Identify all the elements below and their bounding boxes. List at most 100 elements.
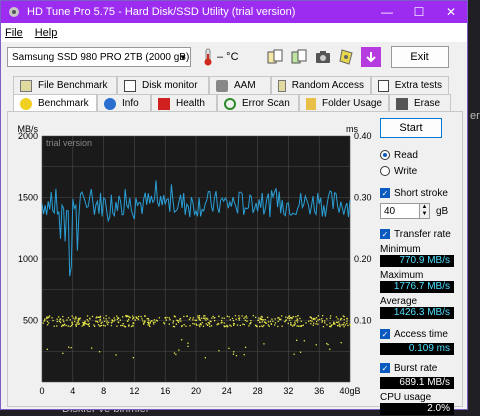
tab-random-access[interactable]: Random Access [271,76,371,94]
close-button[interactable]: ✕ [435,1,467,23]
access-time-dot [287,322,289,325]
access-time-dot [81,325,83,327]
access-time-dot [200,324,202,326]
access-time-dot [99,315,102,317]
menu-help[interactable]: Help [35,27,58,39]
file-benchmark-icon [20,79,32,92]
access-time-dot [94,325,96,327]
access-time-dot [335,316,338,318]
access-time-dot [48,315,51,317]
access-time-dot [274,322,277,324]
access-time-dot [257,319,259,321]
tab-extra-tests[interactable]: Extra tests [371,76,449,94]
menu-bar: File Help [1,23,467,42]
access-time-dot [71,325,73,327]
access-time-dot [258,317,260,319]
access-time-dot [173,315,175,317]
short-stroke-checkbox[interactable]: ✓ Short stroke [380,186,460,200]
access-time-dot [108,317,110,319]
access-time-dot [77,323,79,325]
tab-folder-usage[interactable]: Folder Usage [299,94,389,112]
access-time-dot [204,315,206,317]
access-time-dot [78,323,80,325]
access-time-dot [295,319,297,322]
access-time-dot [235,355,238,357]
save-disk-icon[interactable] [337,47,357,67]
access-time-dot [329,322,331,324]
access-time-dot [272,320,274,322]
toolbar: Samsung SSD 980 PRO 2TB (2000 gB) ▼ – °C… [1,42,467,72]
maximize-button[interactable]: ☐ [403,1,435,23]
tab-erase[interactable]: Erase [389,94,451,112]
access-time-dot [221,320,223,322]
tab-aam[interactable]: AAM [209,76,271,94]
access-time-dot [324,322,326,324]
access-time-dot [168,323,170,325]
tabs-row-top: File Benchmark Disk monitor AAM Random A… [1,76,467,94]
access-time-dot [149,325,151,328]
access-time-dot [340,319,342,321]
access-time-dot [292,325,294,327]
access-time-dot [329,348,331,350]
access-time-dot [260,318,262,320]
access-time-dot [330,315,332,317]
burst-rate-value: 689.1 MB/s [380,377,454,389]
spinner-arrows-icon[interactable]: ▲ ▼ [420,203,430,219]
access-time-dot [97,324,100,326]
access-time-dot [274,324,276,326]
write-radio[interactable]: Write [380,164,460,178]
access-time-dot [147,324,149,326]
short-stroke-input[interactable]: 40 [380,203,420,219]
exit-button[interactable]: Exit [390,46,449,68]
access-time-checkbox[interactable]: ✓ Access time [380,327,460,341]
access-time-dot [165,319,167,321]
menu-file[interactable]: File [5,27,23,39]
drive-select[interactable]: Samsung SSD 980 PRO 2TB (2000 gB) ▼ [7,47,191,67]
read-radio[interactable]: Read [380,148,460,162]
access-time-dot [146,318,148,320]
access-time-dot [259,325,261,328]
tab-file-benchmark[interactable]: File Benchmark [13,76,117,94]
start-button[interactable]: Start [380,118,442,138]
access-time-dot [152,321,155,324]
access-time-dot [153,323,155,325]
access-time-dot [104,320,106,322]
access-time-dot [334,323,336,325]
access-time-dot [317,323,319,325]
access-time-dot [103,324,105,327]
access-time-dot [132,325,134,327]
access-time-dot [315,344,317,346]
tab-disk-monitor[interactable]: Disk monitor [117,76,209,94]
radio-on-icon [380,150,390,160]
transfer-rate-checkbox[interactable]: ✓ Transfer rate [380,227,460,241]
average-label: Average [380,296,418,307]
access-time-dot [317,319,319,321]
tab-benchmark[interactable]: Benchmark [13,94,97,112]
copy-info-icon[interactable] [265,47,285,67]
tab-health[interactable]: Health [151,94,217,112]
access-time-dot [205,319,207,321]
access-time-dot [243,317,245,319]
access-time-dot [95,320,97,322]
burst-rate-checkbox[interactable]: ✓ Burst rate [380,361,460,375]
minimize-button[interactable]: — [371,1,403,23]
access-time-dot [67,317,70,319]
download-icon[interactable] [360,47,381,67]
access-time-dot [178,349,180,351]
access-time-dot [101,321,103,323]
access-time-dot [120,324,122,327]
short-stroke-stepper[interactable]: 40 ▲ ▼ gB [380,203,460,219]
access-time-dot [185,325,187,327]
access-time-dot [249,323,251,325]
x-tick-label: 20 [191,386,201,396]
copy-screenshot-icon[interactable] [289,47,309,67]
camera-icon[interactable] [313,47,333,67]
access-time-dot [89,317,91,319]
tab-error-scan[interactable]: Error Scan [217,94,299,112]
tab-info[interactable]: Info [97,94,151,112]
access-time-dot [299,351,302,353]
extra-tests-icon [378,79,389,92]
access-time-dot [134,319,136,321]
access-time-dot [156,320,158,322]
access-time-dot [244,319,246,321]
